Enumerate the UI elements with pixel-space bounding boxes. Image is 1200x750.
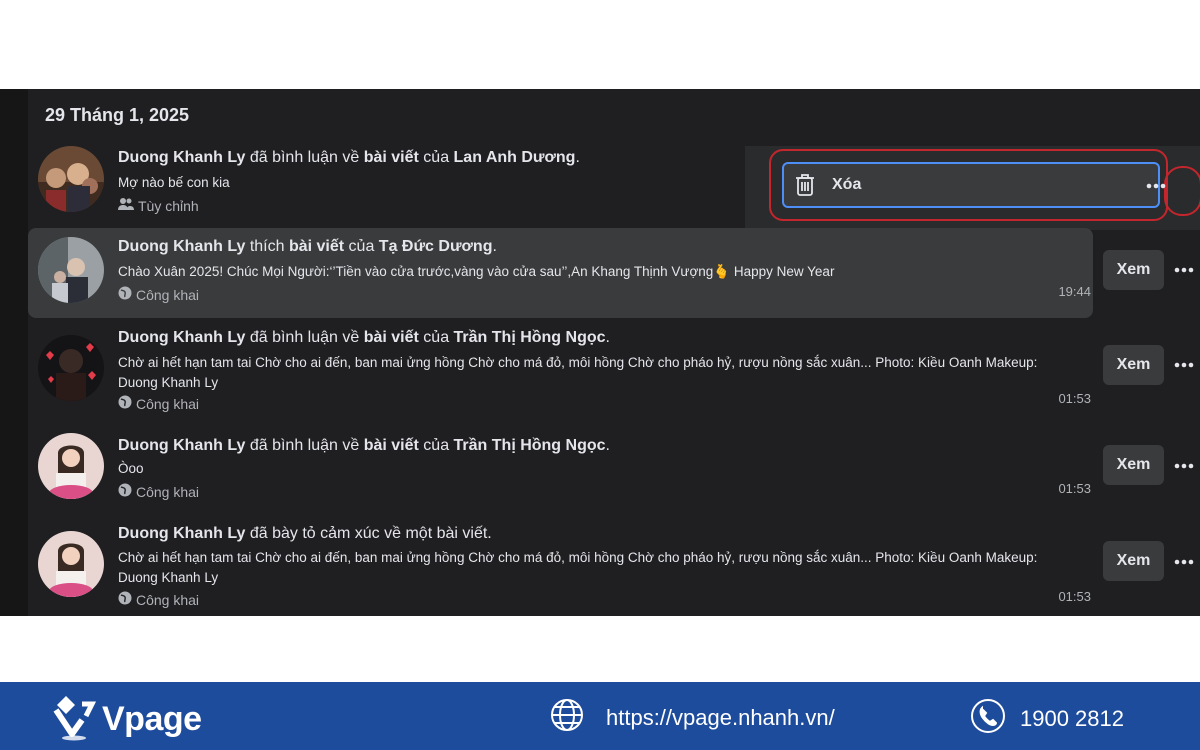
globe-icon xyxy=(118,483,132,500)
globe-icon xyxy=(118,395,132,412)
activity-row[interactable]: Duong Khanh Ly thích bài viết của Tạ Đức… xyxy=(28,228,1200,318)
more-options-icon[interactable] xyxy=(1171,257,1197,283)
privacy-text: Công khai xyxy=(136,483,200,500)
privacy-label: Công khai xyxy=(118,286,199,303)
more-options-icon[interactable] xyxy=(1171,549,1197,575)
activity-connector: của xyxy=(418,149,454,166)
actor-name[interactable]: Duong Khanh Ly xyxy=(118,437,245,454)
trash-icon xyxy=(794,173,820,197)
privacy-label: Công khai xyxy=(118,483,199,500)
activity-end: . xyxy=(605,437,610,454)
activity-connector: của xyxy=(418,329,454,346)
privacy-text: Công khai xyxy=(136,591,200,608)
view-button[interactable]: Xem xyxy=(1103,445,1164,485)
phone-number[interactable]: 1900 2812 xyxy=(1020,706,1124,732)
website-contact[interactable]: https://vpage.nhanh.vn/ xyxy=(550,698,835,738)
avatar[interactable] xyxy=(38,335,104,401)
actor-name[interactable]: Duong Khanh Ly xyxy=(118,149,245,166)
activity-connector: của xyxy=(418,437,454,454)
activity-time: 19:44 xyxy=(1058,284,1091,299)
activity-title: Duong Khanh Ly đã bình luận về bài viết … xyxy=(118,149,580,167)
brand-name: Vpage xyxy=(102,700,202,738)
activity-snippet: Chờ ai hết hạn tam tai Chờ cho ai đến, b… xyxy=(118,355,1038,390)
footer-banner: Vpage https://vpage.nhanh.vn/ 1900 2812 xyxy=(0,682,1200,750)
view-button[interactable]: Xem xyxy=(1103,541,1164,581)
actor-name[interactable]: Duong Khanh Ly xyxy=(118,238,245,255)
activity-snippet: Chờ ai hết hạn tam tai Chờ cho ai đến, b… xyxy=(118,550,1038,585)
date-header: 29 Tháng 1, 2025 xyxy=(45,105,190,125)
website-url[interactable]: https://vpage.nhanh.vn/ xyxy=(606,705,835,731)
actor-name[interactable]: Duong Khanh Ly xyxy=(118,329,245,346)
activity-verb: đã bày tỏ cảm xúc về một bài viết. xyxy=(245,525,492,542)
more-options-icon[interactable] xyxy=(1171,352,1197,378)
view-button[interactable]: Xem xyxy=(1103,250,1164,290)
activity-verb: thích xyxy=(245,238,289,255)
activity-time: 01:53 xyxy=(1058,391,1091,406)
left-sidebar-edge xyxy=(0,89,28,616)
post-link[interactable]: bài viết xyxy=(364,437,419,454)
globe-icon xyxy=(118,286,132,303)
target-name[interactable]: Trần Thị Hồng Ngọc xyxy=(454,437,606,454)
activity-end: . xyxy=(492,238,497,255)
more-options-icon[interactable] xyxy=(1171,453,1197,479)
post-link[interactable]: bài viết xyxy=(289,238,344,255)
activity-end: . xyxy=(575,149,580,166)
privacy-label: Công khai xyxy=(118,591,199,608)
target-name[interactable]: Lan Anh Dương xyxy=(454,149,576,166)
view-button[interactable]: Xem xyxy=(1103,345,1164,385)
phone-icon xyxy=(970,698,1006,740)
brand-logo[interactable]: Vpage xyxy=(52,692,202,747)
privacy-label: Công khai xyxy=(118,395,199,412)
activity-log-panel: 29 Tháng 1, 2025 Duong Khanh Ly đã bình … xyxy=(0,89,1200,616)
delete-label: Xóa xyxy=(832,176,862,193)
privacy-text: Tùy chỉnh xyxy=(138,197,199,214)
globe-icon xyxy=(550,698,584,738)
activity-snippet: Òoo xyxy=(118,461,144,476)
activity-connector: của xyxy=(344,238,379,255)
delete-menu-item[interactable]: Xóa xyxy=(782,162,1160,208)
phone-contact[interactable]: 1900 2812 xyxy=(970,698,1124,740)
post-link[interactable]: bài viết xyxy=(364,329,419,346)
target-name[interactable]: Tạ Đức Dương xyxy=(379,238,493,255)
activity-snippet: Chào Xuân 2025! Chúc Mọi Người:‘’Tiền và… xyxy=(118,264,835,279)
avatar[interactable] xyxy=(38,237,104,303)
actor-name[interactable]: Duong Khanh Ly xyxy=(118,525,245,542)
activity-title: Duong Khanh Ly đã bày tỏ cảm xúc về một … xyxy=(118,525,492,543)
activity-title: Duong Khanh Ly thích bài viết của Tạ Đức… xyxy=(118,238,497,256)
activity-title: Duong Khanh Ly đã bình luận về bài viết … xyxy=(118,437,610,455)
more-options-annotation xyxy=(1164,166,1200,216)
activity-time: 01:53 xyxy=(1058,589,1091,604)
activity-row[interactable]: Duong Khanh Ly đã bình luận về bài viết … xyxy=(28,431,1200,511)
avatar[interactable] xyxy=(38,531,104,597)
activity-snippet: Mợ nào bế con kia xyxy=(118,175,230,190)
activity-verb: đã bình luận về xyxy=(245,437,364,454)
activity-row[interactable]: Duong Khanh Ly đã bình luận về bài viết … xyxy=(28,323,1200,419)
globe-icon xyxy=(118,591,132,608)
more-options-icon[interactable] xyxy=(1143,173,1169,199)
activity-title: Duong Khanh Ly đã bình luận về bài viết … xyxy=(118,329,610,347)
target-name[interactable]: Trần Thị Hồng Ngọc xyxy=(454,329,606,346)
avatar[interactable] xyxy=(38,433,104,499)
privacy-text: Công khai xyxy=(136,395,200,412)
activity-row[interactable]: Duong Khanh Ly đã bày tỏ cảm xúc về một … xyxy=(28,519,1200,616)
activity-end: . xyxy=(605,329,610,346)
vpage-logo-icon xyxy=(52,692,98,747)
privacy-label: Tùy chỉnh xyxy=(118,197,199,214)
activity-verb: đã bình luận về xyxy=(245,149,364,166)
activity-time: 01:53 xyxy=(1058,481,1091,496)
avatar[interactable] xyxy=(38,146,104,212)
activity-verb: đã bình luận về xyxy=(245,329,364,346)
friends-icon xyxy=(118,197,134,214)
privacy-text: Công khai xyxy=(136,286,200,303)
post-link[interactable]: bài viết xyxy=(364,149,419,166)
